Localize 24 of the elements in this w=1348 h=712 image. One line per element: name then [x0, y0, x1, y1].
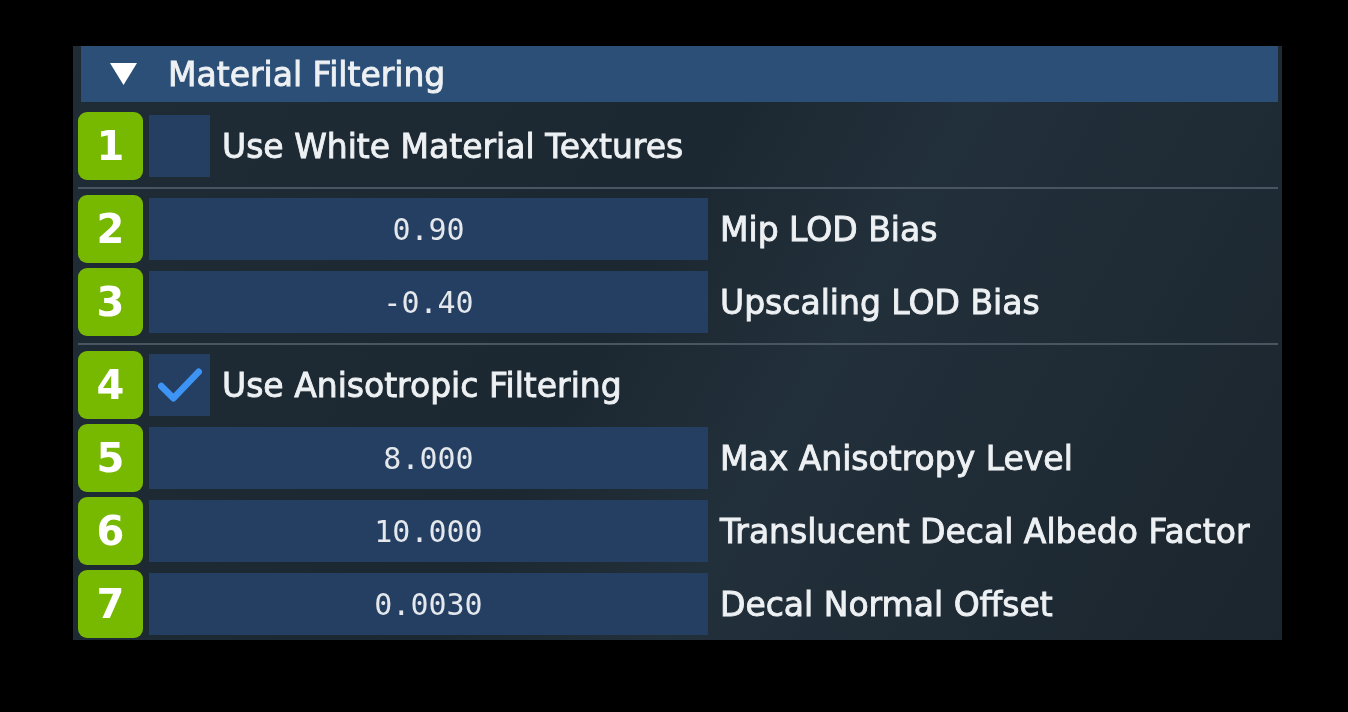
number-badge: 7 [78, 570, 143, 638]
checkbox[interactable] [149, 354, 210, 416]
number-badge: 6 [78, 497, 143, 565]
setting-label: Max Anisotropy Level [720, 438, 1073, 478]
number-field[interactable]: 8.000 [149, 427, 708, 489]
setting-label: Decal Normal Offset [720, 584, 1053, 624]
checkbox-label: Use White Material Textures [222, 126, 684, 166]
setting-label: Mip LOD Bias [720, 209, 938, 249]
number-badge: 3 [78, 268, 143, 336]
number-badge: 1 [78, 112, 143, 180]
number-field[interactable]: -0.40 [149, 271, 708, 333]
number-field[interactable]: 0.0030 [149, 573, 708, 635]
number-badge: 5 [78, 424, 143, 492]
checkbox[interactable] [149, 115, 210, 177]
number-badge: 2 [78, 195, 143, 263]
number-field[interactable]: 10.000 [149, 500, 708, 562]
checkbox-label: Use Anisotropic Filtering [222, 365, 622, 405]
setting-label: Translucent Decal Albedo Factor [720, 511, 1250, 551]
number-badge: 4 [78, 351, 143, 419]
section-header[interactable]: Material Filtering [81, 46, 1278, 102]
section-title: Material Filtering [168, 54, 446, 94]
checkmark-icon [157, 367, 202, 403]
number-field[interactable]: 0.90 [149, 198, 708, 260]
setting-label: Upscaling LOD Bias [720, 282, 1040, 322]
